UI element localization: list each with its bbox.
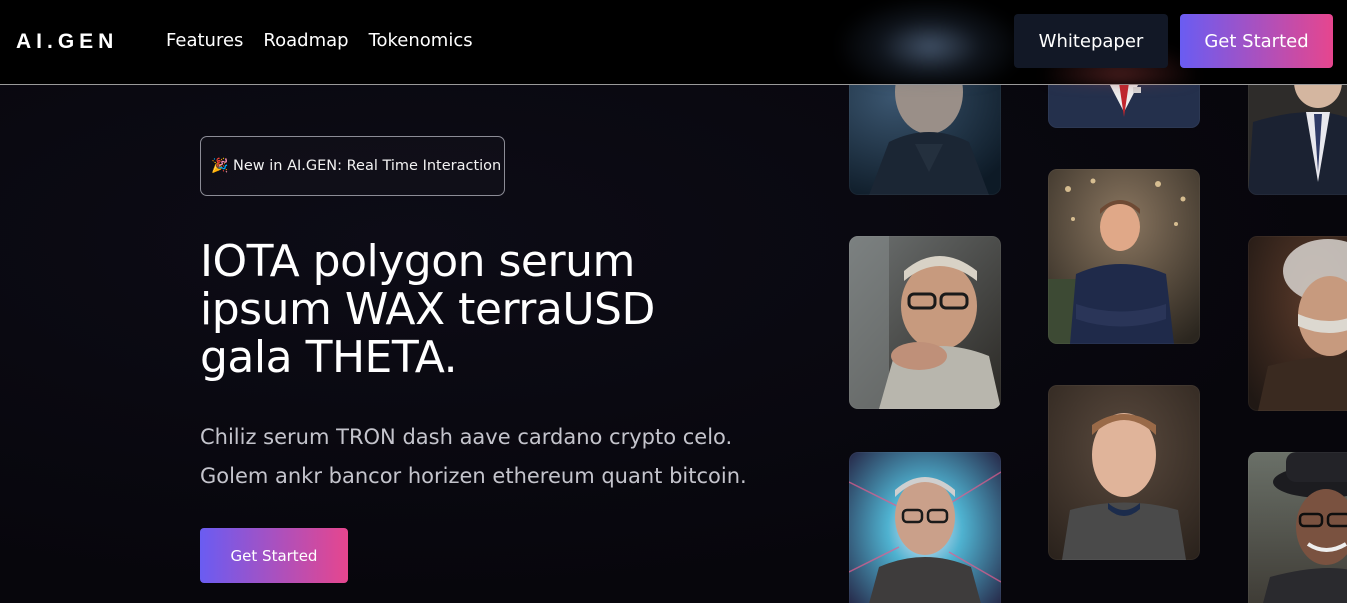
top-navigation: AI.GEN Features Roadmap Tokenomics White… [0, 0, 1347, 85]
party-popper-icon: 🎉 [211, 158, 229, 174]
hero-subtext: Chiliz serum TRON dash aave cardano cryp… [200, 418, 820, 496]
nav-links: Features Roadmap Tokenomics [166, 30, 473, 51]
portrait-card [1248, 452, 1347, 603]
portrait-card [849, 452, 1001, 603]
portrait-card [1248, 72, 1347, 195]
hero-get-started-button[interactable]: Get Started [200, 528, 348, 583]
nav-get-started-button[interactable]: Get Started [1180, 14, 1333, 68]
landing-page: AI.GEN Features Roadmap Tokenomics White… [0, 0, 1347, 603]
portrait-card [1048, 385, 1200, 560]
nav-glow [840, 0, 1020, 85]
nav-link-roadmap[interactable]: Roadmap [263, 30, 348, 51]
portrait-card [849, 236, 1001, 409]
portrait-card [1048, 169, 1200, 344]
portrait-card [849, 72, 1001, 195]
brand-logo[interactable]: AI.GEN [16, 30, 118, 54]
hero-subtext-line: Chiliz serum TRON dash aave cardano cryp… [200, 425, 733, 449]
nav-link-features[interactable]: Features [166, 30, 243, 51]
nav-link-tokenomics[interactable]: Tokenomics [369, 30, 473, 51]
whitepaper-button[interactable]: Whitepaper [1014, 14, 1168, 68]
announcement-badge[interactable]: 🎉 New in AI.GEN: Real Time Interaction [200, 136, 505, 196]
hero-headline: IOTA polygon serum ipsum WAX terraUSD ga… [200, 236, 655, 383]
portrait-card [1248, 236, 1347, 411]
hero-subtext-line: Golem ankr bancor horizen ethereum quant… [200, 464, 747, 488]
announcement-text: New in AI.GEN: Real Time Interaction [233, 158, 502, 174]
